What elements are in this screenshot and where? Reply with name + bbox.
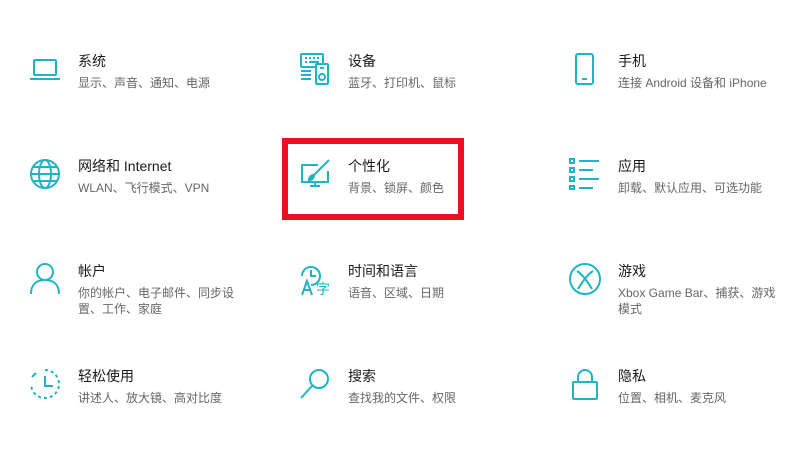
tile-description: 讲述人、放大镜、高对比度 bbox=[78, 391, 223, 406]
tile-time-language[interactable]: 字 时间和语言 语音、区域、日期 bbox=[298, 262, 444, 302]
tile-title: 手机 bbox=[618, 53, 646, 69]
tile-title: 时间和语言 bbox=[348, 263, 418, 279]
laptop-icon bbox=[28, 52, 62, 86]
tile-title: 游戏 bbox=[618, 263, 646, 279]
tile-title: 设备 bbox=[348, 53, 376, 69]
tile-search[interactable]: 搜索 查找我的文件、权限 bbox=[298, 367, 456, 407]
tile-accounts[interactable]: 帐户 你的帐户、电子邮件、同步设 置、工作、家庭 bbox=[28, 262, 234, 317]
tile-title: 帐户 bbox=[78, 263, 106, 279]
tile-devices[interactable]: 设备 蓝牙、打印机、鼠标 bbox=[298, 52, 456, 92]
tile-description: 位置、相机、麦克风 bbox=[618, 391, 727, 406]
ease-of-access-icon bbox=[28, 367, 62, 401]
globe-icon bbox=[28, 157, 62, 191]
tile-title: 应用 bbox=[618, 158, 646, 174]
devices-icon bbox=[298, 52, 332, 86]
tile-description: WLAN、飞行模式、VPN bbox=[78, 181, 210, 196]
tile-system[interactable]: 系统 显示、声音、通知、电源 bbox=[28, 52, 210, 92]
apps-list-icon bbox=[568, 157, 602, 191]
tile-network[interactable]: 网络和 Internet WLAN、飞行模式、VPN bbox=[28, 157, 209, 197]
tile-description: 你的帐户、电子邮件、同步设 置、工作、家庭 bbox=[78, 286, 235, 316]
time-language-icon: 字 bbox=[298, 262, 332, 296]
tile-description: 蓝牙、打印机、鼠标 bbox=[348, 76, 457, 91]
tile-privacy[interactable]: 隐私 位置、相机、麦克风 bbox=[568, 367, 726, 407]
tile-description: 卸载、默认应用、可选功能 bbox=[618, 181, 763, 196]
tile-title: 系统 bbox=[78, 53, 106, 69]
tile-title: 网络和 Internet bbox=[78, 158, 172, 174]
tile-ease-of-access[interactable]: 轻松使用 讲述人、放大镜、高对比度 bbox=[28, 367, 222, 407]
tile-description: 语音、区域、日期 bbox=[348, 286, 445, 301]
xbox-icon bbox=[568, 262, 602, 296]
tile-title: 搜索 bbox=[348, 368, 376, 384]
search-icon bbox=[298, 367, 332, 401]
tile-description: Xbox Game Bar、捕获、游戏 模式 bbox=[618, 286, 776, 316]
tile-title: 隐私 bbox=[618, 368, 646, 384]
tile-description: 连接 Android 设备和 iPhone bbox=[618, 76, 767, 91]
phone-icon bbox=[568, 52, 602, 86]
tile-apps[interactable]: 应用 卸载、默认应用、可选功能 bbox=[568, 157, 762, 197]
svg-text:字: 字 bbox=[316, 282, 330, 296]
person-icon bbox=[28, 262, 62, 296]
tile-title: 轻松使用 bbox=[78, 368, 134, 384]
tile-gaming[interactable]: 游戏 Xbox Game Bar、捕获、游戏 模式 bbox=[568, 262, 775, 317]
tile-description: 查找我的文件、权限 bbox=[348, 391, 457, 406]
lock-icon bbox=[568, 367, 602, 401]
tile-phone[interactable]: 手机 连接 Android 设备和 iPhone bbox=[568, 52, 767, 92]
highlight-box bbox=[282, 138, 464, 220]
tile-description: 显示、声音、通知、电源 bbox=[78, 76, 211, 91]
